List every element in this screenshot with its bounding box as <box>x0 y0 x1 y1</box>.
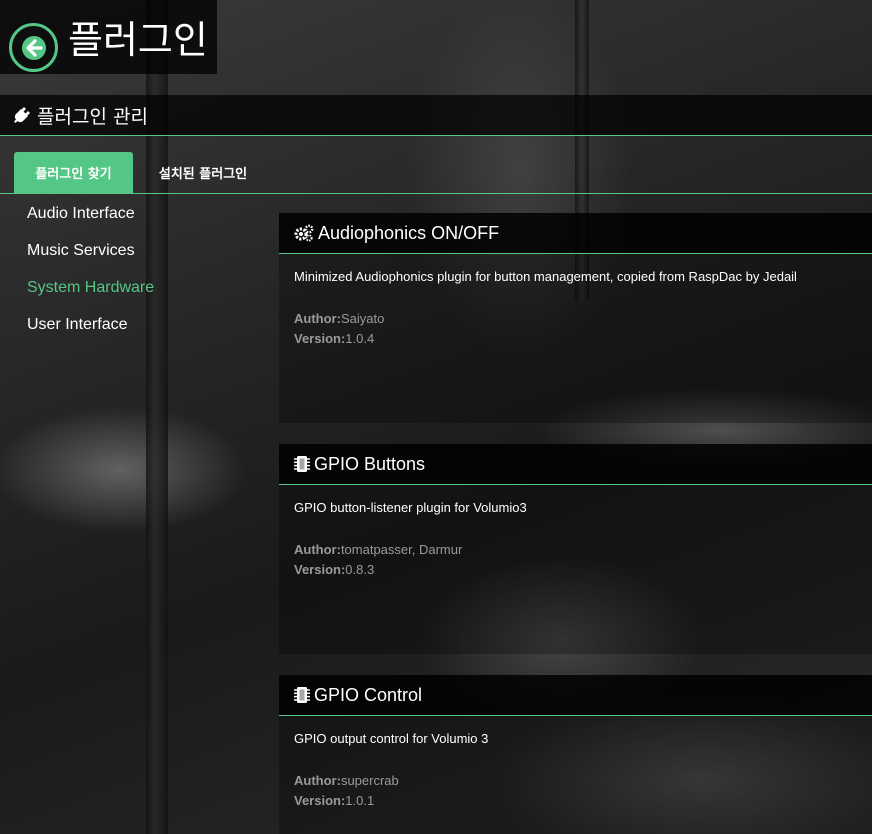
plugin-card-header: Audiophonics ON/OFF <box>279 213 872 254</box>
section-header: 플러그인 관리 <box>0 95 872 136</box>
plugin-title: GPIO Control <box>314 684 423 705</box>
plugin-version: 1.0.1 <box>345 793 375 808</box>
plugin-description: Minimized Audiophonics plugin for button… <box>294 269 797 284</box>
plugin-card[interactable]: GPIO Buttons GPIO button-listener plugin… <box>279 444 872 654</box>
plugin-author: tomatpasser, Darmur <box>340 542 463 557</box>
plugin-card-header: GPIO Control <box>279 675 872 716</box>
plugin-meta: Author:tomatpasser, Darmur Version:0.8.3 <box>279 517 872 580</box>
chip-icon <box>294 456 310 472</box>
plugin-version: 0.8.3 <box>345 562 375 577</box>
author-label: Author: <box>294 542 341 557</box>
page-header: 플러그인 <box>0 0 217 74</box>
category-sidebar: Audio Interface Music Services System Ha… <box>0 195 279 343</box>
plug-icon <box>14 107 30 123</box>
sidebar-item-user-interface[interactable]: User Interface <box>0 306 279 343</box>
sidebar-item-audio-interface[interactable]: Audio Interface <box>0 195 279 232</box>
plugin-meta: Author:Saiyato Version:1.0.4 <box>279 286 872 349</box>
version-label: Version: <box>294 562 346 577</box>
plugin-version: 1.0.4 <box>345 331 375 346</box>
author-label: Author: <box>294 311 341 326</box>
tab-find-plugins[interactable]: 플러그인 찾기 <box>14 152 133 193</box>
page-title: 플러그인 <box>68 18 208 62</box>
version-label: Version: <box>294 793 346 808</box>
arrow-left-icon <box>21 35 46 60</box>
version-label: Version: <box>294 331 346 346</box>
author-label: Author: <box>294 773 341 788</box>
plugin-title: Audiophonics ON/OFF <box>318 222 500 243</box>
plugin-author: supercrab <box>340 773 399 788</box>
sidebar-item-system-hardware[interactable]: System Hardware <box>0 269 279 306</box>
plugin-description: GPIO button-listener plugin for Volumio3 <box>294 500 527 515</box>
plugin-title: GPIO Buttons <box>314 453 426 474</box>
chip-icon <box>294 687 310 703</box>
plugin-meta: Author:supercrab Version:1.0.1 <box>279 748 872 811</box>
plugin-card[interactable]: Audiophonics ON/OFF Minimized Audiophoni… <box>279 213 872 423</box>
section-title: 플러그인 관리 <box>37 105 148 128</box>
back-button[interactable] <box>9 23 58 72</box>
plugin-author: Saiyato <box>340 311 385 326</box>
plugin-description: GPIO output control for Volumio 3 <box>294 731 489 746</box>
plugin-card[interactable]: GPIO Control GPIO output control for Vol… <box>279 675 872 834</box>
sidebar-item-music-services[interactable]: Music Services <box>0 232 279 269</box>
plugin-card-header: GPIO Buttons <box>279 444 872 485</box>
tab-installed-plugins[interactable]: 설치된 플러그인 <box>141 152 265 193</box>
gears-icon <box>294 224 314 242</box>
tab-bar: 플러그인 찾기 설치된 플러그인 <box>0 152 872 194</box>
